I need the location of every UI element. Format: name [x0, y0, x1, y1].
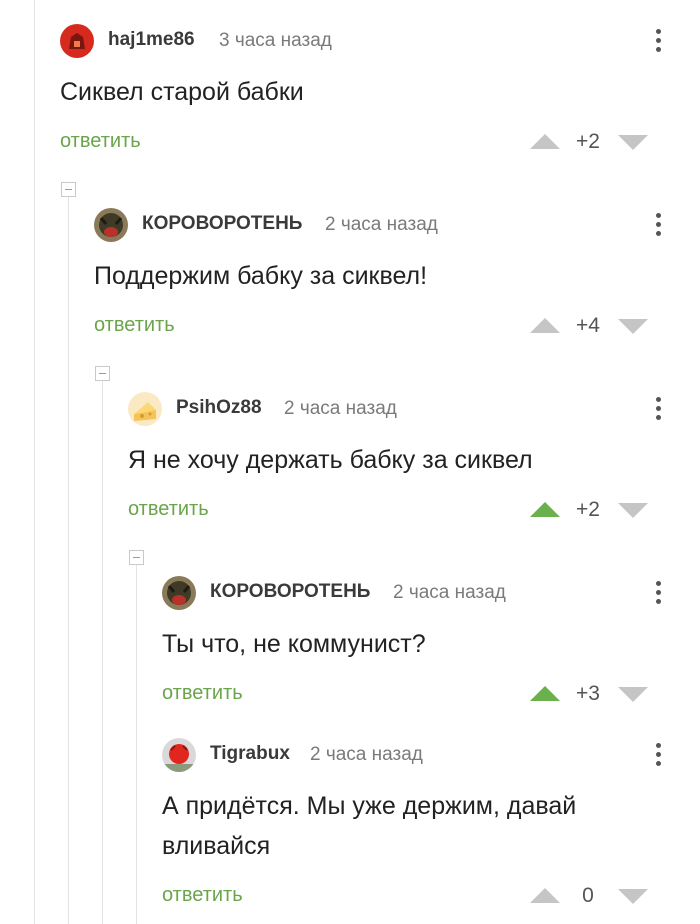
upvote-arrow-icon[interactable] — [530, 888, 560, 903]
comment-text: Сиквел старой бабки — [60, 78, 304, 106]
comment-time[interactable]: 2 часа назад — [284, 398, 397, 420]
avatar[interactable] — [162, 738, 196, 772]
comment-score: +2 — [576, 498, 600, 521]
thread-line — [68, 190, 69, 924]
downvote-arrow-icon[interactable] — [618, 889, 648, 904]
comment-score: +3 — [576, 682, 600, 705]
comment-score: 0 — [582, 884, 594, 907]
comment-author[interactable]: КОРОВОРОТЕНЬ — [210, 581, 370, 603]
comment: PsihOz88 2 часа назад Я не хочу держать … — [128, 388, 700, 538]
reply-button[interactable]: ответить — [162, 682, 243, 705]
reply-button[interactable]: ответить — [128, 498, 209, 521]
vote-controls: +2 — [530, 496, 680, 526]
vote-controls: +2 — [530, 128, 680, 158]
comment-time[interactable]: 2 часа назад — [393, 582, 506, 604]
comment-time[interactable]: 3 часа назад — [219, 30, 332, 52]
comment-score: +4 — [576, 314, 600, 337]
comment-header: КОРОВОРОТЕНЬ 2 часа назад — [94, 204, 700, 244]
upvote-arrow-icon[interactable] — [530, 686, 560, 701]
comment: Tigrabux 2 часа назад А придётся. Мы уже… — [162, 734, 700, 924]
avatar[interactable] — [60, 24, 94, 58]
downvote-arrow-icon[interactable] — [618, 135, 648, 150]
comment: КОРОВОРОТЕНЬ 2 часа назад Ты что, не ком… — [162, 572, 700, 722]
comment-header: Tigrabux 2 часа назад — [162, 734, 700, 774]
comment-text: Ты что, не коммунист? — [162, 630, 426, 658]
comment-time[interactable]: 2 часа назад — [310, 744, 423, 766]
comment-header: КОРОВОРОТЕНЬ 2 часа назад — [162, 572, 700, 612]
comment-author[interactable]: Tigrabux — [210, 743, 290, 765]
avatar[interactable] — [94, 208, 128, 242]
vote-controls: +3 — [530, 680, 680, 710]
comment-actions: ответить +3 — [162, 680, 700, 710]
downvote-arrow-icon[interactable] — [618, 503, 648, 518]
more-options-icon[interactable] — [652, 740, 664, 770]
comment-header: haj1me86 3 часа назад — [60, 20, 700, 60]
comment-author[interactable]: КОРОВОРОТЕНЬ — [142, 213, 302, 235]
comment-time[interactable]: 2 часа назад — [325, 214, 438, 236]
upvote-arrow-icon[interactable] — [530, 318, 560, 333]
thread-line — [34, 0, 35, 924]
comment-actions: ответить +2 — [128, 496, 700, 526]
upvote-arrow-icon[interactable] — [530, 502, 560, 517]
comment-actions: ответить +2 — [60, 128, 700, 158]
more-options-icon[interactable] — [652, 210, 664, 240]
collapse-toggle[interactable] — [129, 550, 144, 565]
reply-button[interactable]: ответить — [94, 314, 175, 337]
comment-thread: haj1me86 3 часа назад Сиквел старой бабк… — [0, 0, 700, 924]
comment-author[interactable]: PsihOz88 — [176, 397, 262, 419]
thread-line — [102, 374, 103, 924]
downvote-arrow-icon[interactable] — [618, 319, 648, 334]
upvote-arrow-icon[interactable] — [530, 134, 560, 149]
comment-header: PsihOz88 2 часа назад — [128, 388, 700, 428]
collapse-toggle[interactable] — [61, 182, 76, 197]
collapse-toggle[interactable] — [95, 366, 110, 381]
comment-text: Я не хочу держать бабку за сиквел — [128, 446, 533, 474]
more-options-icon[interactable] — [652, 578, 664, 608]
more-options-icon[interactable] — [652, 394, 664, 424]
comment-score: +2 — [576, 130, 600, 153]
reply-button[interactable]: ответить — [60, 130, 141, 153]
comment-actions: ответить 0 — [162, 882, 700, 912]
comment: haj1me86 3 часа назад Сиквел старой бабк… — [60, 20, 700, 170]
vote-controls: +4 — [530, 312, 680, 342]
reply-button[interactable]: ответить — [162, 884, 243, 907]
downvote-arrow-icon[interactable] — [618, 687, 648, 702]
avatar[interactable] — [162, 576, 196, 610]
thread-line — [136, 558, 137, 924]
vote-controls: 0 — [530, 882, 680, 912]
comment-text: Поддержим бабку за сиквел! — [94, 262, 428, 290]
comment-actions: ответить +4 — [94, 312, 700, 342]
comment-author[interactable]: haj1me86 — [108, 29, 195, 51]
avatar[interactable] — [128, 392, 162, 426]
comment-text: А придётся. Мы уже держим, давай вливайс… — [162, 792, 577, 860]
comment: КОРОВОРОТЕНЬ 2 часа назад Поддержим бабк… — [94, 204, 700, 354]
more-options-icon[interactable] — [652, 26, 664, 56]
